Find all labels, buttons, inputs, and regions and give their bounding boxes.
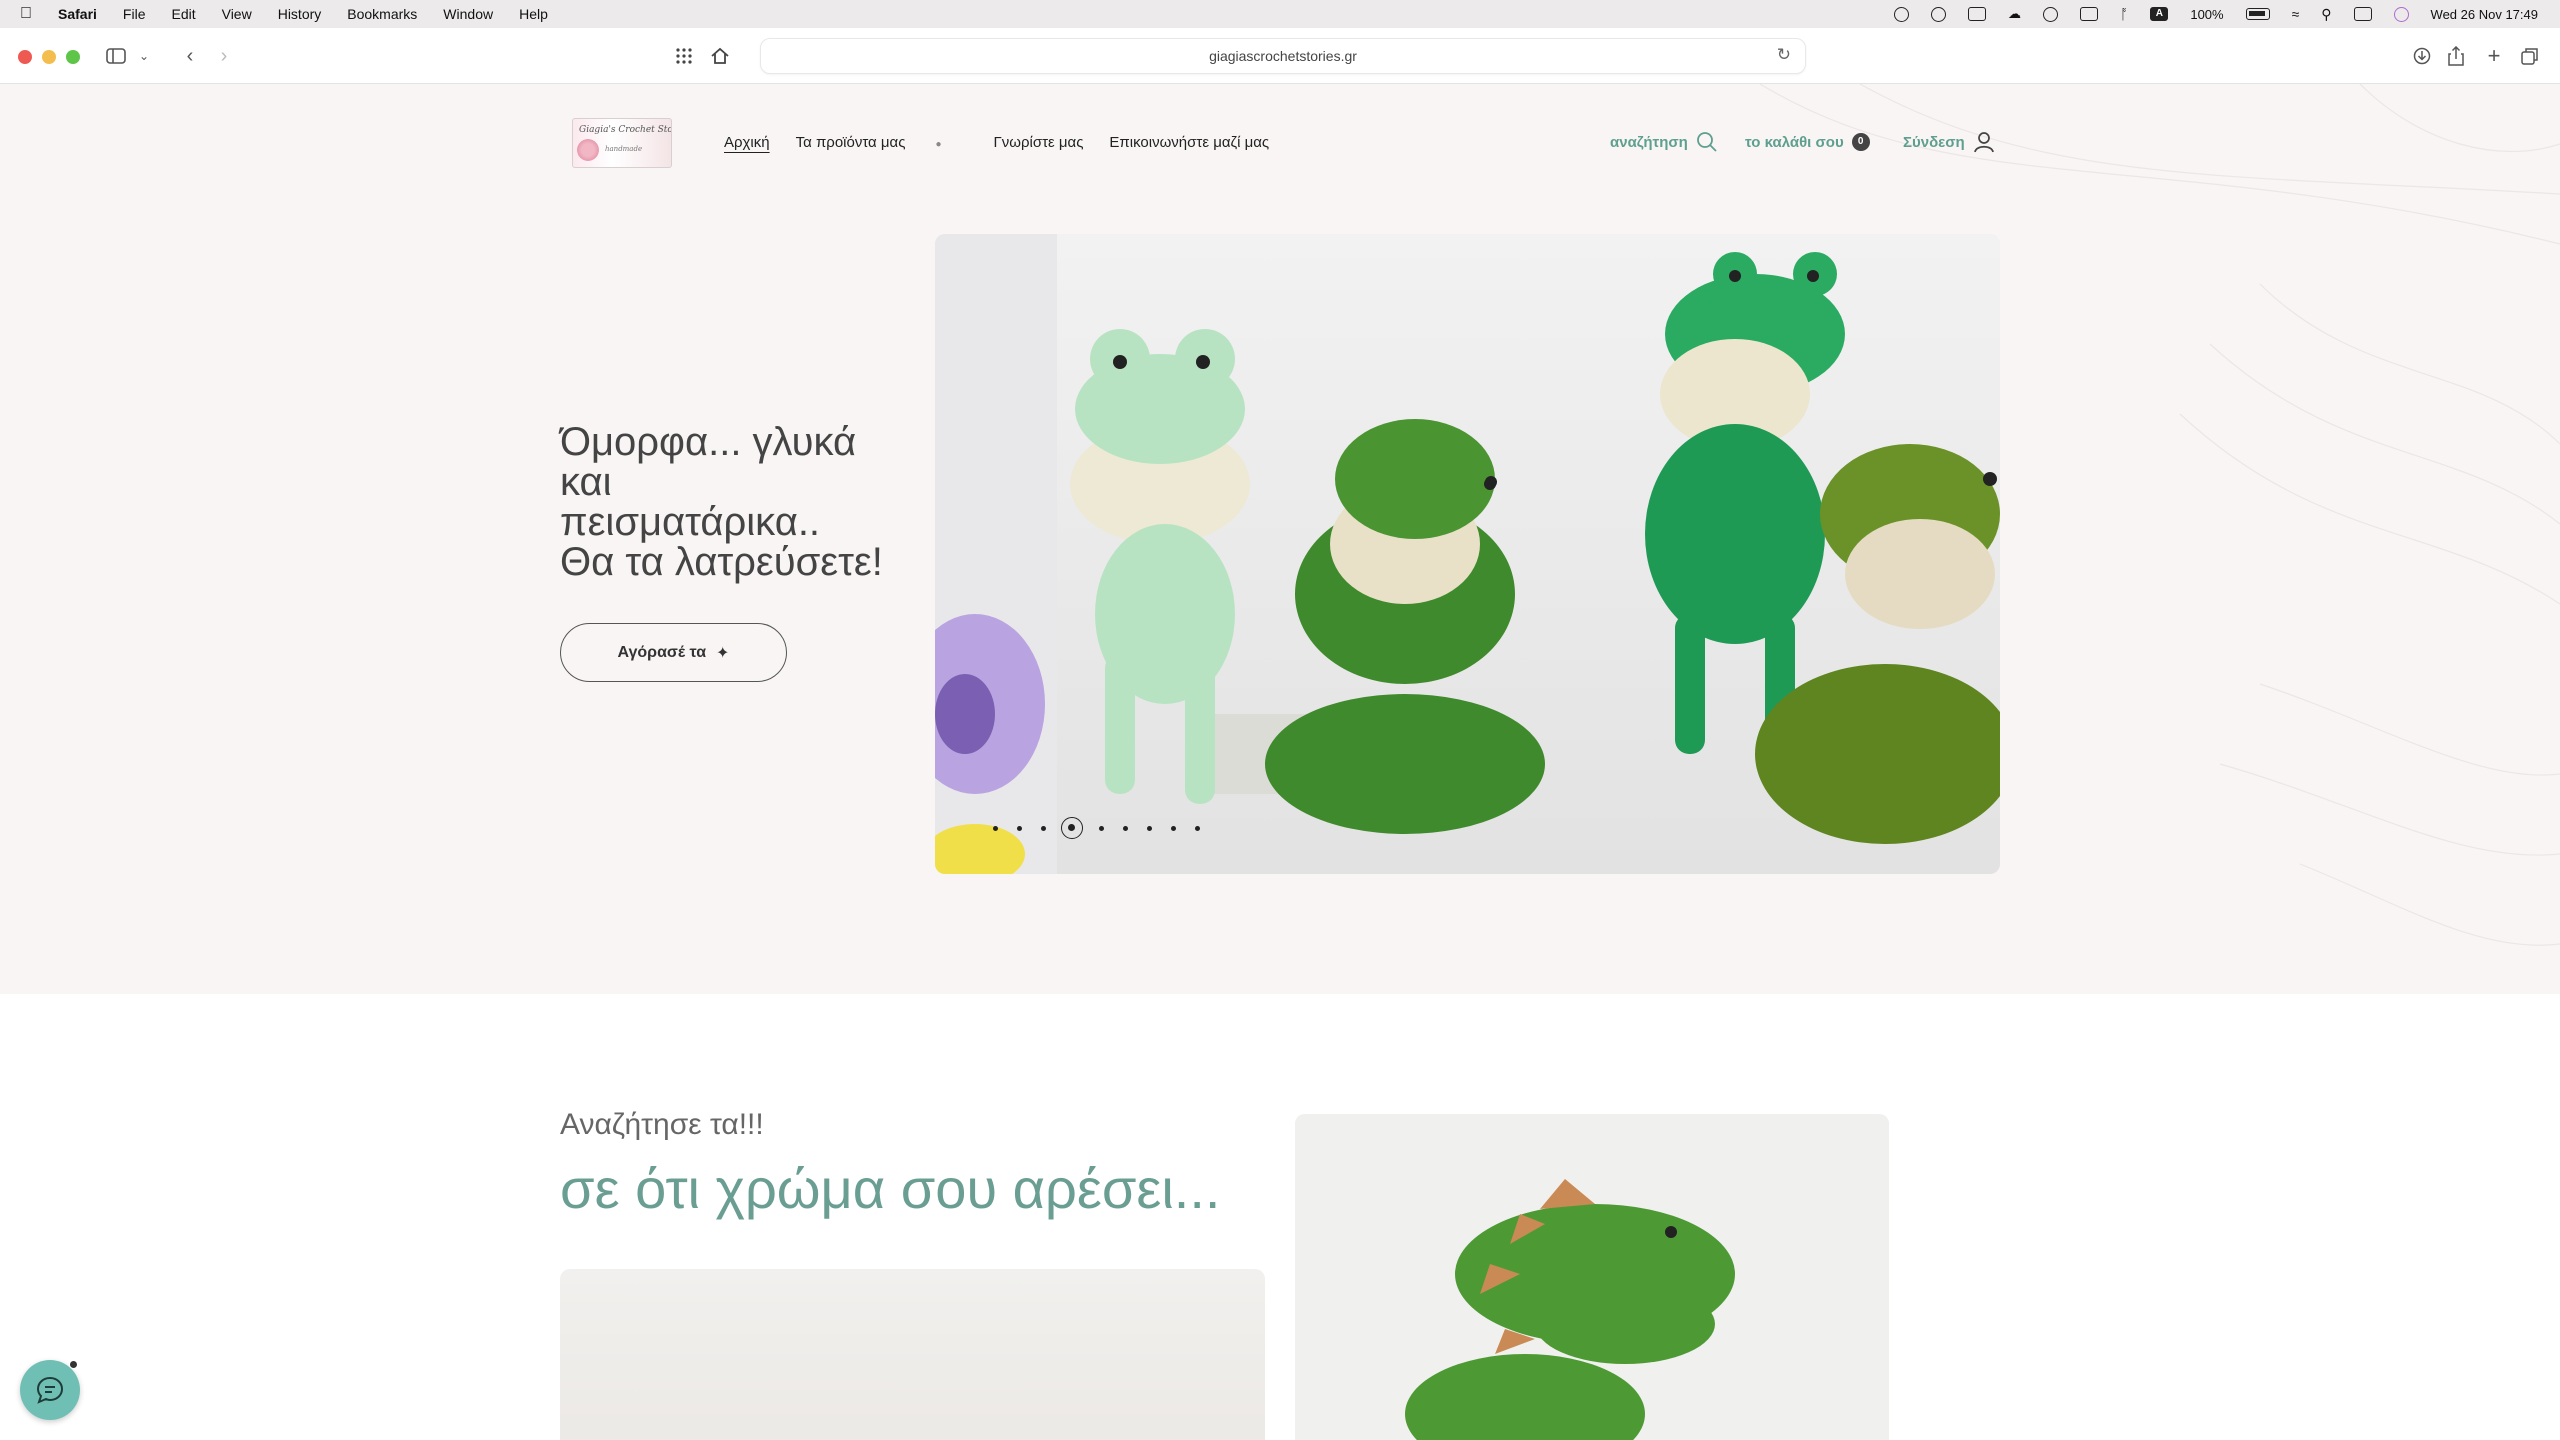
chat-bubble-icon <box>36 1376 64 1404</box>
cart-label: το καλάθι σου <box>1745 133 1844 151</box>
clock[interactable]: Wed 26 Nov 17:49 <box>2431 7 2538 22</box>
browser-toolbar: ⌄ ‹ › giagiascrochetstories.gr ↻ + <box>0 28 2560 84</box>
shop-now-button[interactable]: Αγόρασέ τα ✦ <box>560 623 787 682</box>
hero-slider[interactable] <box>935 234 2000 874</box>
minimize-window-button[interactable] <box>42 50 56 64</box>
nav-products-label: Τα προϊόντα μας <box>795 134 906 151</box>
menu-bookmarks[interactable]: Bookmarks <box>347 6 417 22</box>
slider-dot[interactable] <box>1147 825 1152 831</box>
close-window-button[interactable] <box>18 50 32 64</box>
home-icon[interactable] <box>708 42 732 70</box>
slider-dot[interactable] <box>1099 825 1104 831</box>
nav-about[interactable]: Γνωρίστε μας <box>994 134 1084 151</box>
cloud-icon[interactable]: ☁ <box>2008 6 2021 22</box>
forward-icon[interactable]: › <box>214 42 234 70</box>
menu-window[interactable]: Window <box>443 6 493 22</box>
hero-title-line4: Θα τα λατρεύσετε! <box>560 540 883 584</box>
nav-products[interactable]: Τα προϊόντα μας ● <box>796 134 968 151</box>
web-page: Giagia's Crochet Stories handmade Αρχική… <box>0 84 2560 1440</box>
tab-overview-icon[interactable] <box>2518 42 2542 70</box>
menu-view[interactable]: View <box>222 6 252 22</box>
dropdown-dot-icon: ● <box>935 139 942 150</box>
menu-app-name[interactable]: Safari <box>58 6 97 22</box>
search-icon <box>1696 132 1717 152</box>
logo-text: Giagia's Crochet Stories <box>579 125 672 135</box>
address-bar[interactable]: giagiascrochetstories.gr ↻ <box>760 38 1806 74</box>
search-label: αναζήτηση <box>1610 133 1688 151</box>
site-logo[interactable]: Giagia's Crochet Stories handmade <box>572 118 672 168</box>
slider-dot[interactable] <box>993 825 998 831</box>
crochet-frogs-image <box>935 234 2000 874</box>
user-icon <box>1973 132 1994 153</box>
menu-edit[interactable]: Edit <box>171 6 195 22</box>
macos-menu-bar:  Safari File Edit View History Bookmark… <box>0 0 2560 28</box>
section-title: σε ότι χρώμα σου αρέσει... <box>560 1157 1221 1220</box>
battery-icon[interactable] <box>2245 8 2270 20</box>
status-app-icon[interactable] <box>1893 6 1909 22</box>
sidebar-toggle-icon[interactable] <box>104 42 128 70</box>
control-center-icon[interactable] <box>2353 7 2372 21</box>
slider-dot[interactable] <box>1171 825 1176 831</box>
window-controls <box>18 50 80 64</box>
screen-mirror-icon[interactable] <box>1967 7 1986 21</box>
logo-flower-icon <box>577 139 599 161</box>
slider-dot[interactable] <box>1123 825 1128 831</box>
dinosaur-card-image[interactable] <box>1295 1114 1889 1440</box>
windows-icon[interactable] <box>2079 7 2098 21</box>
new-tab-icon[interactable]: + <box>2482 42 2506 70</box>
site-header: Giagia's Crochet Stories handmade Αρχική… <box>0 84 2560 204</box>
nav-contact[interactable]: Επικοινωνήστε μαζί μας <box>1109 134 1269 151</box>
main-nav: Αρχική Τα προϊόντα μας ● Γνωρίστε μας Επι… <box>724 134 1295 151</box>
airdrop-icon[interactable] <box>2042 6 2058 22</box>
login-label: Σύνδεση <box>1903 133 1965 151</box>
slider-dot[interactable] <box>1017 825 1022 831</box>
nav-home[interactable]: Αρχική <box>724 134 770 151</box>
reload-icon[interactable]: ↻ <box>1777 45 1791 65</box>
chat-notification-dot <box>69 1360 78 1369</box>
hero-title-line3: πεισματάρικα.. <box>560 500 821 544</box>
cart-link[interactable]: το καλάθι σου 0 <box>1745 130 1870 154</box>
share-icon[interactable] <box>2444 42 2468 70</box>
chat-button[interactable] <box>20 1360 80 1420</box>
chevron-down-icon[interactable]: ⌄ <box>136 42 152 70</box>
slider-dot[interactable] <box>1041 825 1046 831</box>
section-subtitle: Αναζήτησε τα!!! <box>560 1108 764 1141</box>
crochet-dinosaur-image <box>1295 1114 1889 1440</box>
hero-title-line1: Όμορφα... γλυκά <box>560 420 857 464</box>
sparkle-icon: ✦ <box>716 644 730 662</box>
menu-history[interactable]: History <box>278 6 322 22</box>
hero-title: Όμορφα... γλυκά και πεισματάρικα.. Θα τα… <box>560 422 940 582</box>
slider-pagination <box>993 817 1219 839</box>
slider-dot-active[interactable] <box>1061 817 1083 839</box>
menu-file[interactable]: File <box>123 6 146 22</box>
menu-help[interactable]: Help <box>519 6 548 22</box>
product-card-image[interactable] <box>560 1269 1265 1440</box>
login-link[interactable]: Σύνδεση <box>1903 130 1995 154</box>
siri-icon[interactable] <box>2393 6 2409 22</box>
spotlight-search-icon[interactable]: ⚲ <box>2321 6 2331 23</box>
cart-count-badge: 0 <box>1851 133 1870 151</box>
back-icon[interactable]: ‹ <box>180 42 200 70</box>
input-source-icon[interactable]: A <box>2150 7 2169 21</box>
status-circle-icon[interactable] <box>1930 6 1946 22</box>
address-bar-url: giagiascrochetstories.gr <box>1209 48 1357 64</box>
bluetooth-icon[interactable]: ᚩ <box>2120 6 2128 22</box>
wifi-icon[interactable]: ≈ <box>2292 6 2300 22</box>
zoom-window-button[interactable] <box>66 50 80 64</box>
shop-now-label: Αγόρασέ τα <box>617 643 707 661</box>
product-photo <box>560 1269 1265 1440</box>
logo-subtext: handmade <box>605 145 643 153</box>
downloads-icon[interactable] <box>2410 42 2434 70</box>
search-link[interactable]: αναζήτηση <box>1610 130 1718 154</box>
hero-title-line2: και <box>560 460 612 504</box>
battery-percent: 100% <box>2190 6 2224 22</box>
slider-dot[interactable] <box>1195 825 1200 831</box>
grid-icon[interactable] <box>672 42 696 70</box>
apple-menu-icon[interactable]:  <box>20 5 32 23</box>
